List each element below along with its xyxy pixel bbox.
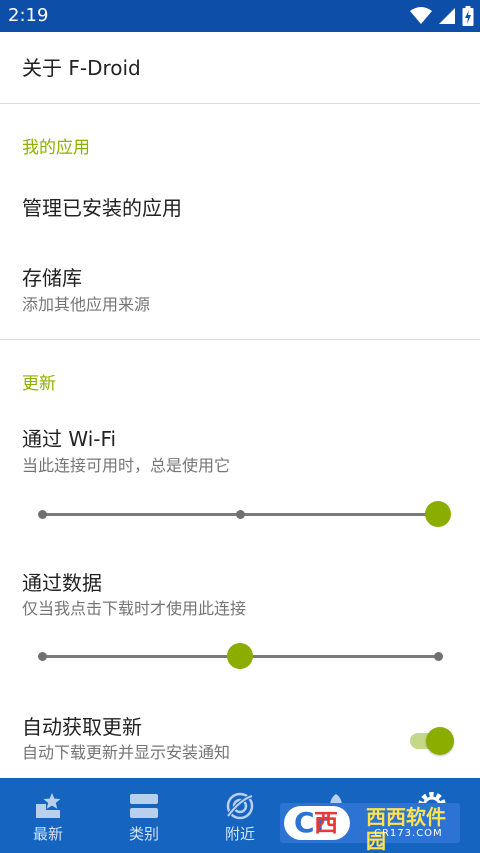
auto-fetch-row[interactable]: 自动获取更新 自动下载更新并显示安装通知 <box>0 700 480 778</box>
watermark-badge: Cr 西 <box>284 806 350 840</box>
watermark: Cr 西 西西软件园 CR173.COM <box>280 803 460 853</box>
over-data-summary: 仅当我点击下载时才使用此连接 <box>22 599 247 618</box>
nav-item-categories[interactable]: 类别 <box>96 778 192 853</box>
over-data-label: 通过数据 <box>22 571 102 595</box>
slider-thumb[interactable] <box>227 643 253 669</box>
divider <box>0 103 480 104</box>
over-data-slider[interactable] <box>38 641 443 671</box>
status-time: 2:19 <box>8 5 49 26</box>
section-header-updates: 更新 <box>22 374 56 394</box>
whats-new-icon <box>36 793 61 818</box>
slider-step <box>38 510 47 519</box>
about-label: 关于 F-Droid <box>22 56 141 80</box>
categories-icon <box>130 794 158 818</box>
section-header-my-apps: 我的应用 <box>22 138 90 158</box>
auto-fetch-toggle[interactable] <box>410 726 454 755</box>
auto-fetch-label: 自动获取更新 <box>22 715 142 739</box>
nav-item-whats-new[interactable]: 最新 <box>0 778 96 853</box>
nav-item-nearby[interactable]: 附近 <box>192 778 288 853</box>
repositories-row[interactable]: 存储库 添加其他应用来源 <box>0 244 480 336</box>
repositories-label: 存储库 <box>22 266 82 290</box>
nav-label: 附近 <box>224 825 255 843</box>
slider-step <box>434 652 443 661</box>
slider-thumb[interactable] <box>425 501 451 527</box>
manage-installed-apps-label: 管理已安装的应用 <box>22 196 182 220</box>
nav-label: 最新 <box>32 825 63 843</box>
battery-charging-icon <box>462 6 474 26</box>
status-bar: 2:19 <box>0 0 480 32</box>
over-wifi-label: 通过 Wi-Fi <box>22 427 117 451</box>
status-icons <box>410 6 474 26</box>
over-wifi-slider[interactable] <box>38 499 451 529</box>
watermark-url: CR173.COM <box>374 828 443 839</box>
nearby-icon <box>226 792 254 820</box>
manage-installed-apps-row[interactable]: 管理已安装的应用 <box>0 172 480 244</box>
slider-step <box>38 652 47 661</box>
cell-signal-icon <box>439 8 455 24</box>
watermark-logo-mark: 西 <box>314 809 338 837</box>
auto-fetch-summary: 自动下载更新并显示安装通知 <box>22 743 231 762</box>
divider <box>0 339 480 340</box>
toggle-thumb <box>426 727 454 755</box>
wifi-icon <box>410 7 432 24</box>
about-row[interactable]: 关于 F-Droid <box>0 32 480 104</box>
nav-label: 类别 <box>128 825 159 843</box>
slider-step <box>236 510 245 519</box>
repositories-summary: 添加其他应用来源 <box>22 295 151 314</box>
over-wifi-summary: 当此连接可用时，总是使用它 <box>22 456 231 475</box>
